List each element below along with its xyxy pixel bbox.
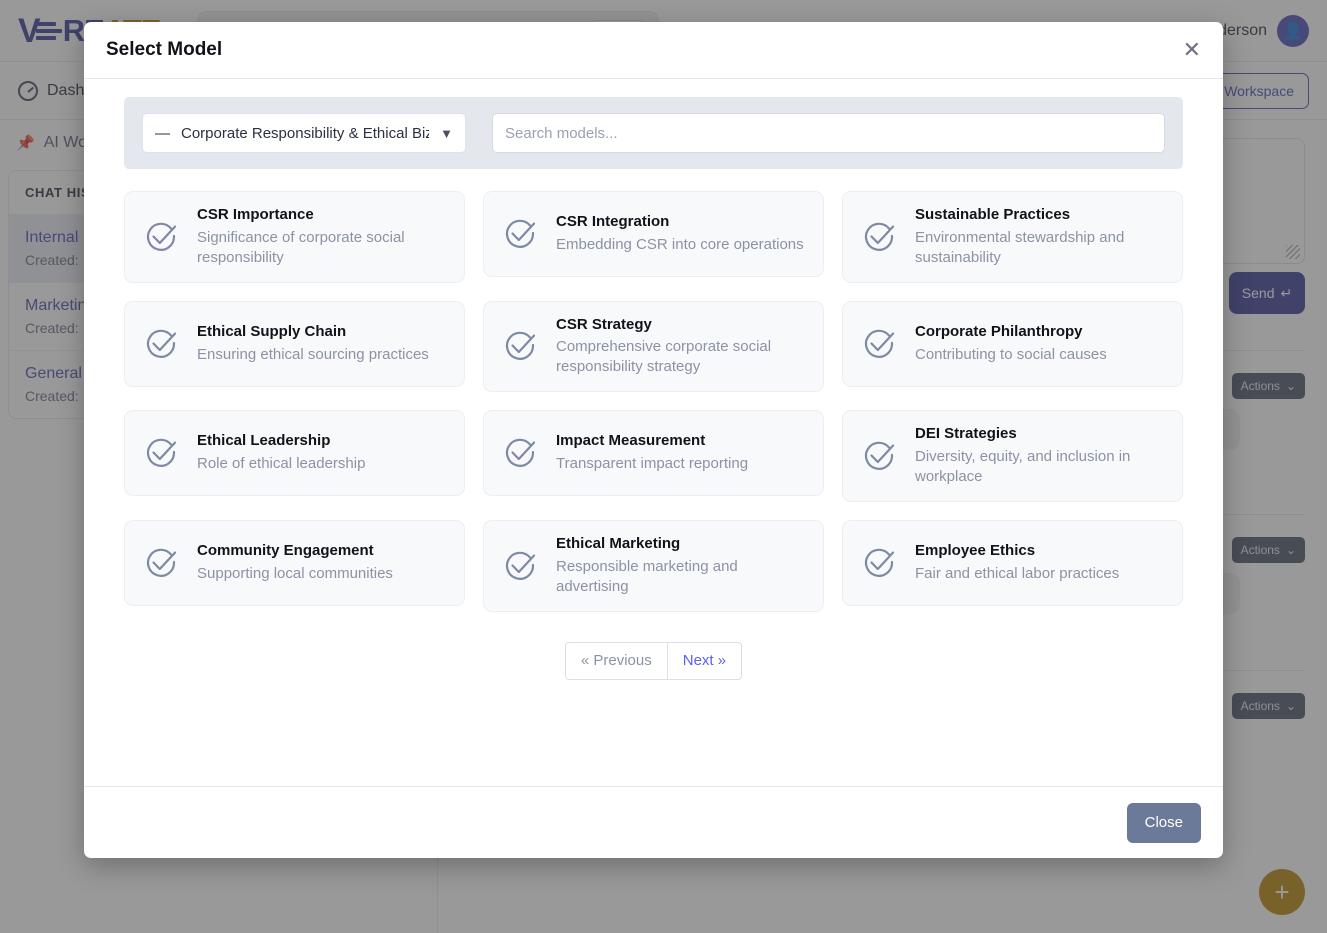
model-card-impact-measurement[interactable]: Impact Measurement Transparent impact re… (483, 410, 824, 496)
model-card-ethical-supply-chain[interactable]: Ethical Supply Chain Ensuring ethical so… (124, 301, 465, 387)
model-card-title: CSR Strategy (556, 316, 807, 335)
model-card-title: Community Engagement (197, 542, 393, 561)
previous-page-button[interactable]: « Previous (565, 642, 668, 680)
model-card-title: Employee Ethics (915, 542, 1119, 561)
model-card-title: CSR Importance (197, 206, 448, 225)
model-card-title: CSR Integration (556, 213, 804, 232)
model-card-sustainable-practices[interactable]: Sustainable Practices Environmental stew… (842, 191, 1183, 283)
model-card-ethical-marketing[interactable]: Ethical Marketing Responsible marketing … (483, 520, 824, 612)
model-grid: CSR Importance Significance of corporate… (124, 191, 1183, 612)
model-card-csr-importance[interactable]: CSR Importance Significance of corporate… (124, 191, 465, 283)
circle-check-icon (500, 326, 540, 366)
model-card-description: Responsible marketing and advertising (556, 557, 807, 597)
model-card-ethical-leadership[interactable]: Ethical Leadership Role of ethical leade… (124, 410, 465, 496)
model-card-title: Ethical Supply Chain (197, 323, 429, 342)
model-card-text: CSR Strategy Comprehensive corporate soc… (556, 316, 807, 378)
model-card-community-engagement[interactable]: Community Engagement Supporting local co… (124, 520, 465, 606)
category-select-value: Corporate Responsibility & Ethical Biz P… (181, 125, 429, 142)
model-card-text: Ethical Marketing Responsible marketing … (556, 535, 807, 597)
circle-check-icon (141, 217, 181, 257)
model-card-text: Ethical Leadership Role of ethical leade… (197, 432, 365, 474)
model-card-csr-strategy[interactable]: CSR Strategy Comprehensive corporate soc… (483, 301, 824, 393)
circle-check-icon (500, 433, 540, 473)
pagination-group: « Previous Next » (565, 642, 742, 680)
circle-check-icon (500, 214, 540, 254)
model-card-description: Contributing to social causes (915, 345, 1107, 365)
model-card-text: CSR Integration Embedding CSR into core … (556, 213, 804, 255)
model-card-description: Embedding CSR into core operations (556, 235, 804, 255)
model-card-title: Impact Measurement (556, 432, 748, 451)
next-page-button[interactable]: Next » (668, 642, 742, 680)
category-select[interactable]: — Corporate Responsibility & Ethical Biz… (142, 113, 466, 153)
model-card-text: Corporate Philanthropy Contributing to s… (915, 323, 1107, 365)
model-card-text: CSR Importance Significance of corporate… (197, 206, 448, 268)
model-card-employee-ethics[interactable]: Employee Ethics Fair and ethical labor p… (842, 520, 1183, 606)
model-card-text: Employee Ethics Fair and ethical labor p… (915, 542, 1119, 584)
search-wrapper (492, 113, 1165, 153)
search-input[interactable] (492, 113, 1165, 153)
circle-check-icon (859, 543, 899, 583)
circle-check-icon (141, 543, 181, 583)
select-model-modal: Select Model ✕ — Corporate Responsibilit… (84, 22, 1223, 858)
circle-check-icon (141, 433, 181, 473)
model-card-title: Ethical Marketing (556, 535, 807, 554)
model-card-description: Comprehensive corporate social responsib… (556, 337, 807, 377)
chevron-down-icon: ▼ (440, 126, 453, 141)
pagination: « Previous Next » (124, 642, 1183, 680)
circle-check-icon (859, 217, 899, 257)
page-title: Select Model (106, 39, 222, 61)
circle-check-icon (141, 324, 181, 364)
category-prefix-dash: — (155, 125, 170, 142)
model-card-description: Fair and ethical labor practices (915, 564, 1119, 584)
modal-header: Select Model ✕ (84, 22, 1223, 79)
model-card-description: Ensuring ethical sourcing practices (197, 345, 429, 365)
model-card-csr-integration[interactable]: CSR Integration Embedding CSR into core … (483, 191, 824, 277)
model-card-description: Transparent impact reporting (556, 454, 748, 474)
model-card-title: DEI Strategies (915, 425, 1166, 444)
close-icon[interactable]: ✕ (1183, 39, 1201, 61)
model-card-description: Significance of corporate social respons… (197, 228, 448, 268)
filter-bar: — Corporate Responsibility & Ethical Biz… (124, 97, 1183, 169)
close-button[interactable]: Close (1127, 803, 1201, 843)
model-card-text: Community Engagement Supporting local co… (197, 542, 393, 584)
modal-footer: Close (84, 786, 1223, 858)
modal-body: — Corporate Responsibility & Ethical Biz… (84, 79, 1223, 786)
circle-check-icon (859, 436, 899, 476)
circle-check-icon (859, 324, 899, 364)
model-card-title: Corporate Philanthropy (915, 323, 1107, 342)
model-card-title: Sustainable Practices (915, 206, 1166, 225)
model-card-description: Supporting local communities (197, 564, 393, 584)
model-card-corporate-philanthropy[interactable]: Corporate Philanthropy Contributing to s… (842, 301, 1183, 387)
model-card-dei-strategies[interactable]: DEI Strategies Diversity, equity, and in… (842, 410, 1183, 502)
model-card-text: DEI Strategies Diversity, equity, and in… (915, 425, 1166, 487)
model-card-text: Sustainable Practices Environmental stew… (915, 206, 1166, 268)
model-card-description: Diversity, equity, and inclusion in work… (915, 447, 1166, 487)
model-card-title: Ethical Leadership (197, 432, 365, 451)
model-card-text: Impact Measurement Transparent impact re… (556, 432, 748, 474)
model-card-description: Environmental stewardship and sustainabi… (915, 228, 1166, 268)
circle-check-icon (500, 546, 540, 586)
model-card-description: Role of ethical leadership (197, 454, 365, 474)
model-card-text: Ethical Supply Chain Ensuring ethical so… (197, 323, 429, 365)
